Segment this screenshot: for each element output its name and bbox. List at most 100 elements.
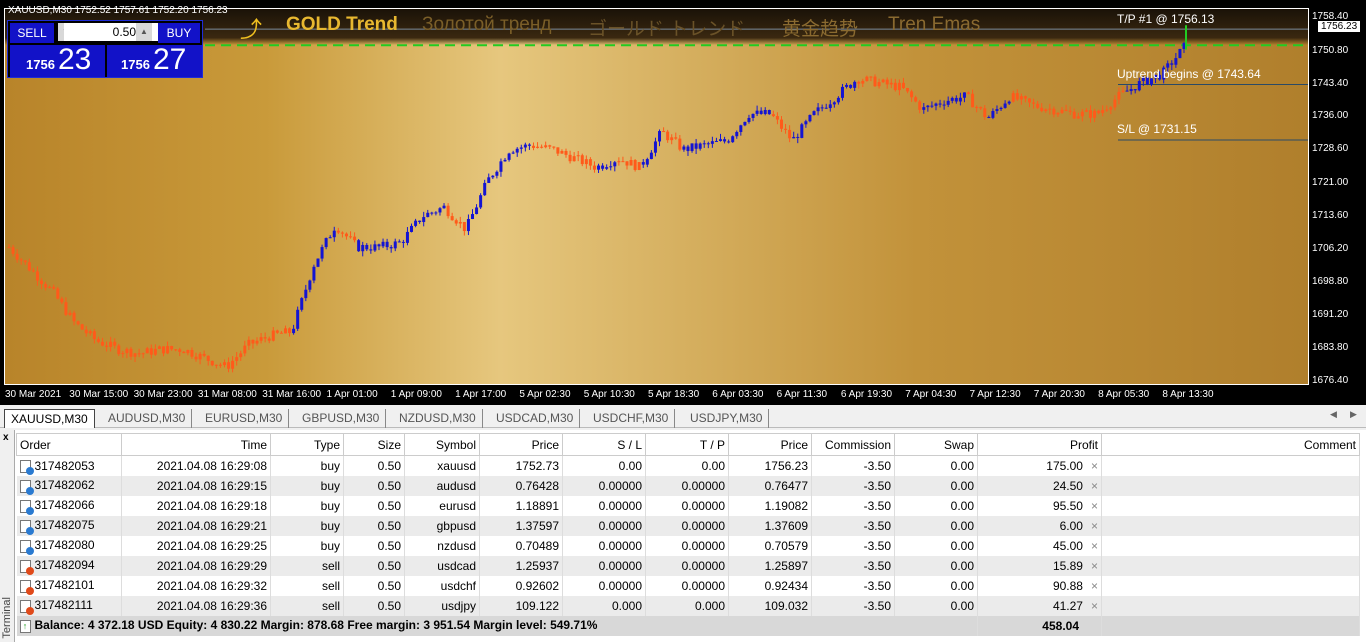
table-row[interactable]: 317482062 2021.04.08 16:29:15 buy 0.50 audus… [16,475,1360,496]
column-header[interactable]: Time [121,433,271,456]
candle-body [910,91,914,98]
tab-nzdusdm30[interactable]: NZDUSD,M30 [393,409,483,428]
cell-type: buy [320,538,340,553]
candle-body [422,217,426,223]
candle-body [92,331,96,340]
candle-body [442,205,446,209]
column-header[interactable]: Commission [811,433,895,456]
tab-scroll-right-icon[interactable]: ▶ [1350,409,1357,420]
candle-body [1174,58,1178,65]
tab-scroll-left-icon[interactable]: ◀ [1330,409,1337,420]
column-header[interactable]: S / L [562,433,646,456]
close-order-icon[interactable]: × [1091,479,1098,493]
tab-gbpusdm30[interactable]: GBPUSD,M30 [296,409,387,428]
buy-price-button[interactable]: 1756 27 [107,43,202,77]
cell-time: 2021.04.08 16:29:25 [156,538,267,553]
candle-body [743,121,747,126]
tab-audusdm30[interactable]: AUDUSD,M30 [102,409,193,428]
candle-body [995,109,999,111]
close-order-icon[interactable]: × [1091,519,1098,533]
lot-increase-icon[interactable]: ▲ [136,23,152,41]
price-chart[interactable]: XAUUSD,M30 1752.52 1757.61 1752.20 1756.… [0,0,1366,405]
x-axis-tick: 8 Apr 05:30 [1098,389,1150,400]
candle-body [987,117,991,119]
candle-body [723,139,727,142]
column-header[interactable]: Profit [977,433,1102,456]
table-row[interactable]: 317482075 2021.04.08 16:29:21 buy 0.50 gbpus… [16,515,1360,536]
tab-xauusdm30[interactable]: XAUUSD,M30 [4,409,95,428]
candle-body [991,110,995,118]
column-header[interactable]: Size [343,433,405,456]
close-order-icon[interactable]: × [1091,559,1098,573]
cell-comment [1101,575,1360,596]
candle-body [649,152,653,160]
cell-profit: 24.50 [1052,478,1083,493]
candle-body [836,97,840,103]
column-header[interactable]: T / P [645,433,729,456]
terminal-vertical-label: Terminal [1,597,13,639]
cell-type: buy [320,498,340,513]
candle-body [458,221,462,224]
close-order-icon[interactable]: × [1091,599,1098,613]
tab-usdcadm30[interactable]: USDCAD,M30 [490,409,581,428]
buy-order-icon [19,479,34,495]
close-order-icon[interactable]: × [1091,499,1098,513]
candle-body [609,166,613,168]
candle-body [1040,107,1044,112]
candle-body [678,138,682,150]
balance-summary: ↑ Balance: 4 372.18 USD Equity: 4 830.22 … [16,615,978,636]
sell-button[interactable]: SELL [10,23,54,43]
tab-usdjpym30[interactable]: USDJPY,M30 [684,409,770,428]
x-axis-tick: 30 Mar 23:00 [133,389,193,400]
cell-type: sell [321,598,340,613]
candle-body [503,159,507,162]
sell-price-button[interactable]: 1756 23 [10,43,105,77]
column-header[interactable]: Swap [894,433,978,456]
column-header[interactable]: Comment [1101,433,1360,456]
close-order-icon[interactable]: × [1091,459,1098,473]
candle-body [475,207,479,215]
candle-body [1011,93,1015,102]
cell-profit: 41.27 [1052,598,1083,613]
x-axis-tick: 1 Apr 01:00 [326,389,378,400]
table-row[interactable]: 317482053 2021.04.08 16:29:08 buy 0.50 xauus… [16,455,1360,476]
candle-body [1064,109,1068,111]
table-row[interactable]: 317482066 2021.04.08 16:29:18 buy 0.50 eurus… [16,495,1360,516]
candle-body [454,220,458,224]
cell-price: 1.25937 [515,558,559,573]
close-icon[interactable]: x [3,432,9,443]
column-header[interactable]: Type [270,433,344,456]
candle-body [174,349,178,351]
close-order-icon[interactable]: × [1091,579,1098,593]
candle-body [101,341,105,346]
table-row[interactable]: 317482101 2021.04.08 16:29:32 sell 0.50 usdc… [16,575,1360,596]
table-row[interactable]: 317482094 2021.04.08 16:29:29 sell 0.50 usdc… [16,555,1360,576]
table-row[interactable]: 317482111 2021.04.08 16:29:36 sell 0.50 usdj… [16,595,1360,616]
cell-commission: -3.50 [863,598,891,613]
close-order-icon[interactable]: × [1091,539,1098,553]
column-header[interactable]: Symbol [404,433,480,456]
cell-profit: 95.50 [1052,498,1083,513]
candle-body [1093,110,1097,118]
column-header[interactable]: Price [728,433,812,456]
candle-body [605,167,609,169]
candle-body [145,348,149,354]
gold-trend-logo-icon: ⤴ [240,17,263,42]
buy-button[interactable]: BUY [158,23,200,43]
cell-size: 0.50 [377,498,401,513]
candle-body [552,146,556,148]
candle-body [930,105,934,107]
candle-body [771,114,775,117]
candle-body [1019,96,1023,100]
candle-body [865,76,869,81]
tab-eurusdm30[interactable]: EURUSD,M30 [199,409,290,428]
candle-body [511,152,515,154]
candle-body [157,346,161,349]
table-row[interactable]: 317482080 2021.04.08 16:29:25 buy 0.50 nzdus… [16,535,1360,556]
cell-swap: 0.00 [950,598,974,613]
x-axis-tick: 5 Apr 02:30 [519,389,571,400]
column-header[interactable]: Price [479,433,563,456]
stop-loss-label: S/L @ 1731.15 [1117,122,1197,136]
column-header[interactable]: Order [16,433,122,456]
tab-usdchfm30[interactable]: USDCHF,M30 [587,409,676,428]
